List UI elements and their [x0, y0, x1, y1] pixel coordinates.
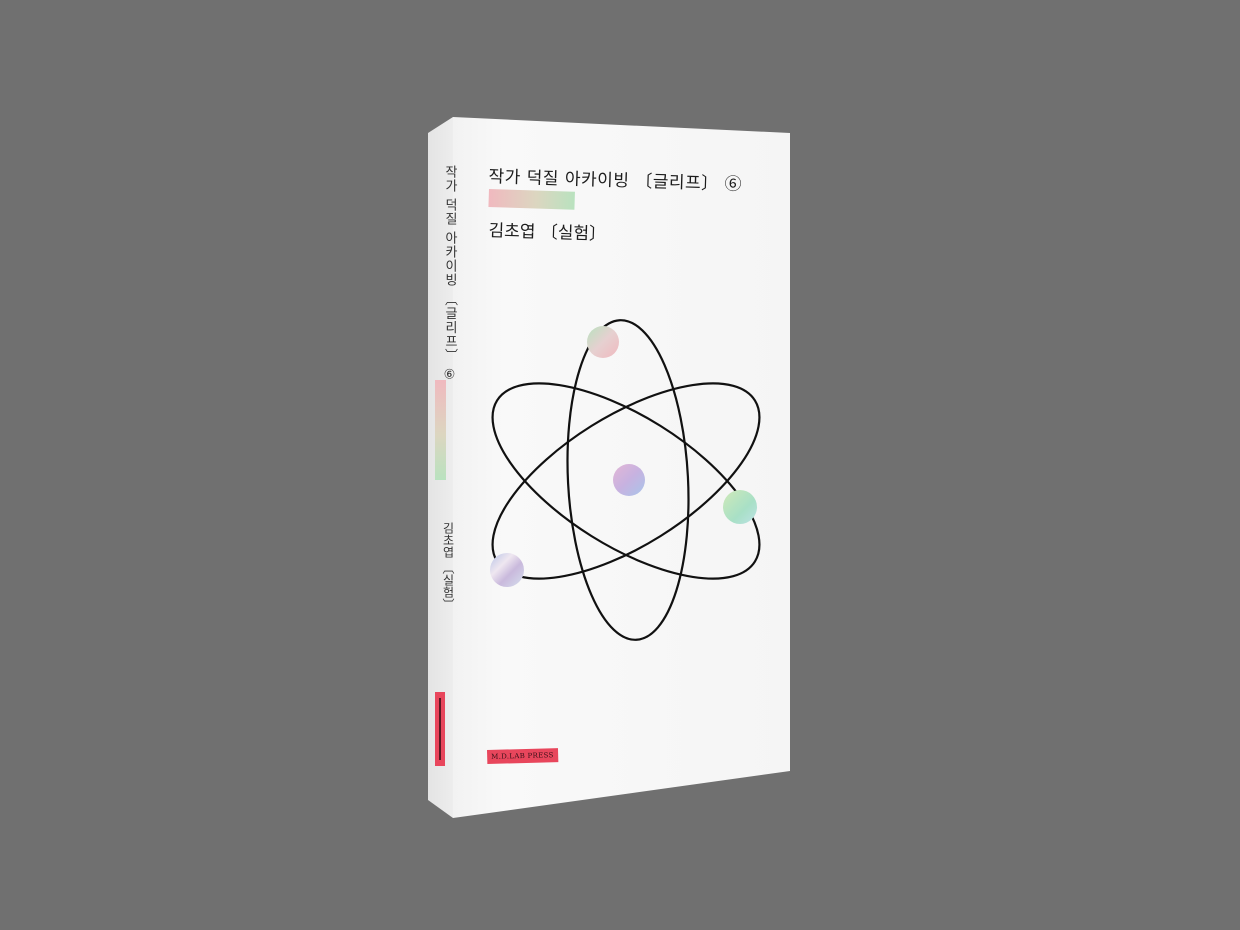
- publisher-label: M.D.LAB PRESS: [487, 748, 558, 764]
- cover-author-line: 김초엽 〔실험〕: [488, 220, 607, 245]
- spine-author: 김초엽 〔실험〕: [441, 522, 455, 610]
- product-scene: 작가 덕질 아카이빙 〔글리프〕 ⑥ 김초엽 〔실험〕 M.D.LAB PRES…: [0, 0, 1240, 930]
- electron-top: [587, 326, 619, 358]
- spine-publisher-mark: [435, 692, 445, 766]
- nucleus: [613, 464, 645, 496]
- cover-gradient-bar: [488, 189, 575, 210]
- electron-right: [723, 490, 757, 524]
- book-mockup: [428, 117, 790, 818]
- spine-gradient-bar: [435, 380, 446, 480]
- spine-title: 작가 덕질 아카이빙 〔글리프〕 ⑥: [442, 165, 457, 384]
- electron-left: [490, 553, 524, 587]
